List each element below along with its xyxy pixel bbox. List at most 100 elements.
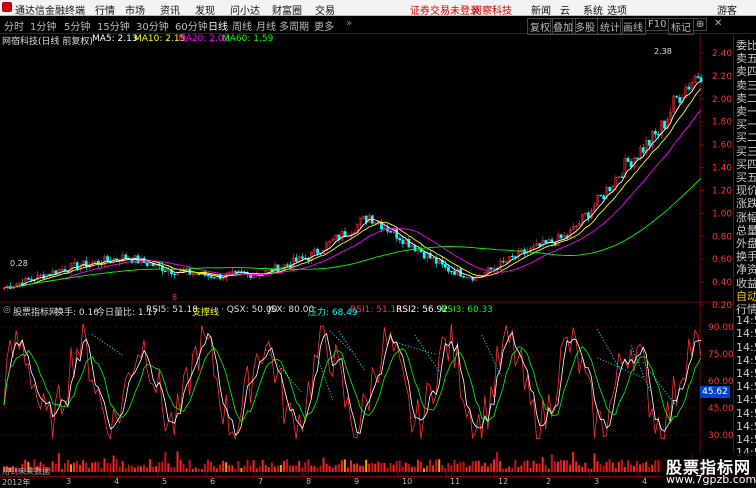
period-1min[interactable]: 1分钟 xyxy=(30,18,56,33)
site-watermark: 股票指标网 www.7gpzb.com xyxy=(660,453,756,487)
volume-bar xyxy=(526,460,529,472)
volume-bar xyxy=(459,462,462,472)
volume-bar xyxy=(112,455,115,472)
volume-bar xyxy=(349,460,352,472)
volume-bar xyxy=(651,464,654,472)
volume-bar xyxy=(234,468,237,472)
period-multi[interactable]: 多周期 xyxy=(279,18,309,33)
volume-bar xyxy=(614,468,617,472)
volume-bar xyxy=(194,467,197,472)
menu-ask[interactable]: 问小达 xyxy=(230,2,260,17)
volume-bar xyxy=(313,466,316,472)
candle-body xyxy=(413,245,417,252)
volume-bar xyxy=(429,459,432,472)
period-5min[interactable]: 5分钟 xyxy=(64,18,90,33)
chart-canvas[interactable]: 2.40 2.20 2.00 1.80 1.60 1.40 1.20 1.00 0.80 0.60… xyxy=(0,34,733,476)
draw-button[interactable]: 画线 xyxy=(620,18,646,35)
candle-body xyxy=(635,157,639,160)
volume-bar xyxy=(146,467,149,472)
menu-discover[interactable]: 发现 xyxy=(195,2,215,17)
volume-bar xyxy=(158,462,161,472)
volume-bar xyxy=(639,464,642,472)
period-weekly[interactable]: 周线 xyxy=(232,18,252,33)
volume-bar xyxy=(374,463,377,472)
menu-quotes[interactable]: 行情 xyxy=(95,2,115,17)
volume-bar xyxy=(179,459,182,472)
pressure-segment xyxy=(91,334,123,356)
chart-grid: 2.40 2.20 2.00 1.80 1.60 1.40 1.20 1.00 0.80 0.60… xyxy=(0,34,733,476)
trade-login-notice[interactable]: 证券交易未登录 xyxy=(410,2,480,17)
menu-cloud[interactable]: 云 xyxy=(560,2,570,17)
y-tick-label: 1.00 xyxy=(712,209,732,219)
candle-body xyxy=(27,277,30,280)
menu-market[interactable]: 市场 xyxy=(125,2,145,17)
volume-bar xyxy=(499,461,502,472)
close-icon[interactable]: ✕ xyxy=(714,18,722,29)
zoom-icon[interactable]: ⊕ xyxy=(693,18,708,31)
candle-body xyxy=(511,255,514,258)
volume-bar xyxy=(453,459,456,472)
menu-trade[interactable]: 交易 xyxy=(315,2,335,17)
candle-body xyxy=(462,276,466,278)
period-timeshare[interactable]: 分时 xyxy=(4,18,24,33)
indicator-name[interactable]: 股票指标网 xyxy=(13,305,58,318)
mark-button[interactable]: 标记 xyxy=(668,18,694,35)
y-tick-label: 1.80 xyxy=(712,118,732,128)
volume-bar xyxy=(413,466,416,472)
volume-bar xyxy=(57,453,60,472)
volume-bar xyxy=(426,465,429,472)
ma60-legend: MA60: 1.59 xyxy=(222,34,274,44)
volume-bar xyxy=(575,461,578,472)
candle-body xyxy=(538,243,542,247)
period-more[interactable]: 更多 xyxy=(314,18,334,33)
volume-bar xyxy=(486,466,489,472)
candle-body xyxy=(447,266,450,272)
volume-bar xyxy=(255,468,258,472)
y-tick-label: 0.40 xyxy=(712,278,732,288)
candle-body xyxy=(696,76,700,78)
volume-bar xyxy=(328,465,331,472)
x-axis-label: 7 xyxy=(258,477,264,486)
volume-bar xyxy=(79,464,82,472)
period-15min[interactable]: 15分钟 xyxy=(97,18,130,33)
volume-bar xyxy=(319,465,322,472)
period-30min[interactable]: 30分钟 xyxy=(136,18,169,33)
indicator-menu-icon[interactable]: ◎ xyxy=(3,305,11,315)
period-monthly[interactable]: 月线 xyxy=(256,18,276,33)
volume-bar xyxy=(493,459,495,472)
multi-stock-button[interactable]: 多股 xyxy=(572,18,598,35)
volume-bar xyxy=(520,465,523,472)
candle-body xyxy=(678,97,682,103)
candle-body xyxy=(173,273,176,276)
guest-label[interactable]: 游客 xyxy=(717,2,737,17)
app-title: 通达信金融终端 xyxy=(15,6,85,17)
low-marker: 8 xyxy=(172,293,178,302)
y-tick-label: 0.60 xyxy=(712,255,732,265)
menu-news[interactable]: 资讯 xyxy=(160,2,180,17)
volume-bar xyxy=(213,465,215,472)
volume-bar xyxy=(115,459,118,472)
volume-bar xyxy=(103,458,106,472)
volume-bar xyxy=(203,464,206,472)
menu-news-link[interactable]: 新闻 xyxy=(531,2,551,17)
more-arrow-icon[interactable]: » xyxy=(346,18,352,29)
menu-wealth[interactable]: 财富圈 xyxy=(272,2,302,17)
pressure-segment xyxy=(597,357,643,379)
volume-bar xyxy=(645,461,648,472)
volume-bar xyxy=(496,451,499,472)
volume-bar xyxy=(54,463,57,472)
volume-bar xyxy=(538,463,541,472)
menu-options[interactable]: 选项 xyxy=(607,2,627,17)
period-60min[interactable]: 60分钟 xyxy=(175,18,208,33)
volume-bar xyxy=(483,462,486,472)
volume-bar xyxy=(389,463,392,472)
volume-bar xyxy=(608,459,611,472)
x-axis-label: 3 xyxy=(66,477,72,486)
f10-button[interactable]: F10 xyxy=(645,18,670,31)
volume-bar xyxy=(307,459,310,472)
menu-system[interactable]: 系统 xyxy=(583,2,603,17)
period-daily[interactable]: 日线 xyxy=(208,18,228,33)
indicator-support: 支撑线 xyxy=(192,308,220,318)
candle-body xyxy=(699,77,703,82)
volume-bar xyxy=(386,467,389,472)
